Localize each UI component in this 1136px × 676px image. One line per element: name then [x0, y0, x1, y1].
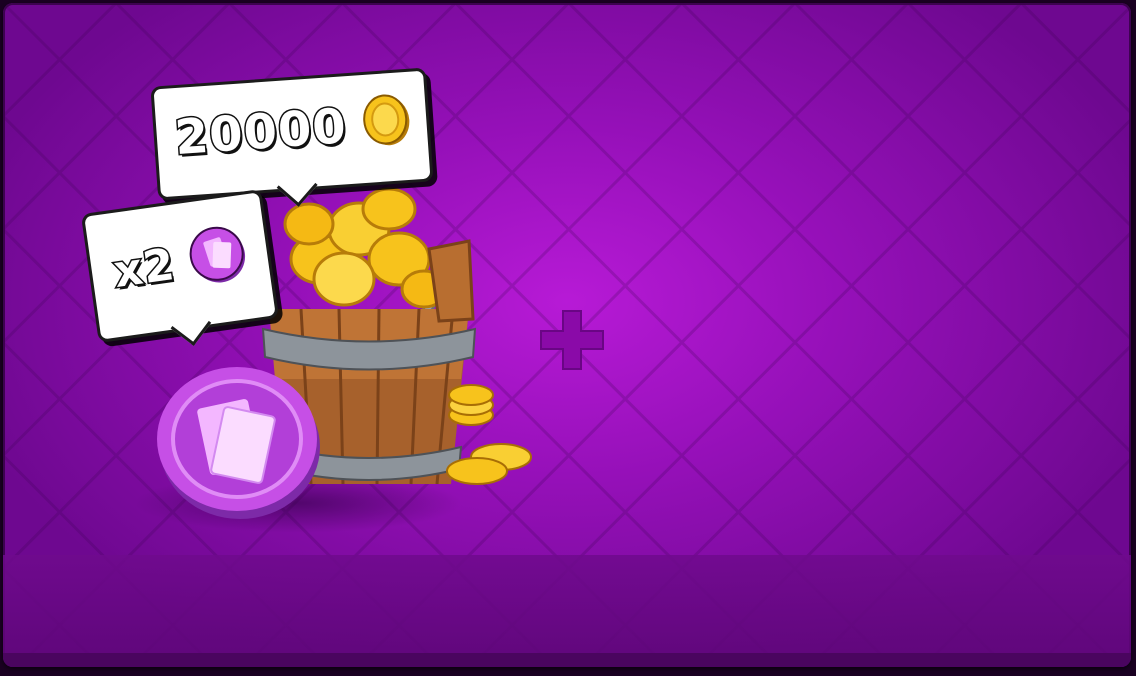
- gold-amount: 20000: [172, 97, 350, 168]
- offer-panel: 20000 x2: [3, 3, 1131, 667]
- gold-coin-icon: [363, 94, 410, 146]
- cards-multiplier-bubble: x2: [80, 188, 280, 346]
- cards-multiplier: x2: [109, 237, 180, 299]
- card-token-small-icon: [189, 226, 246, 283]
- bottom-edge: [3, 653, 1131, 667]
- gold-amount-bubble: 20000: [150, 67, 434, 207]
- card-token-icon: [157, 367, 320, 519]
- plus-icon: [540, 310, 604, 370]
- bottom-band: [3, 555, 1131, 667]
